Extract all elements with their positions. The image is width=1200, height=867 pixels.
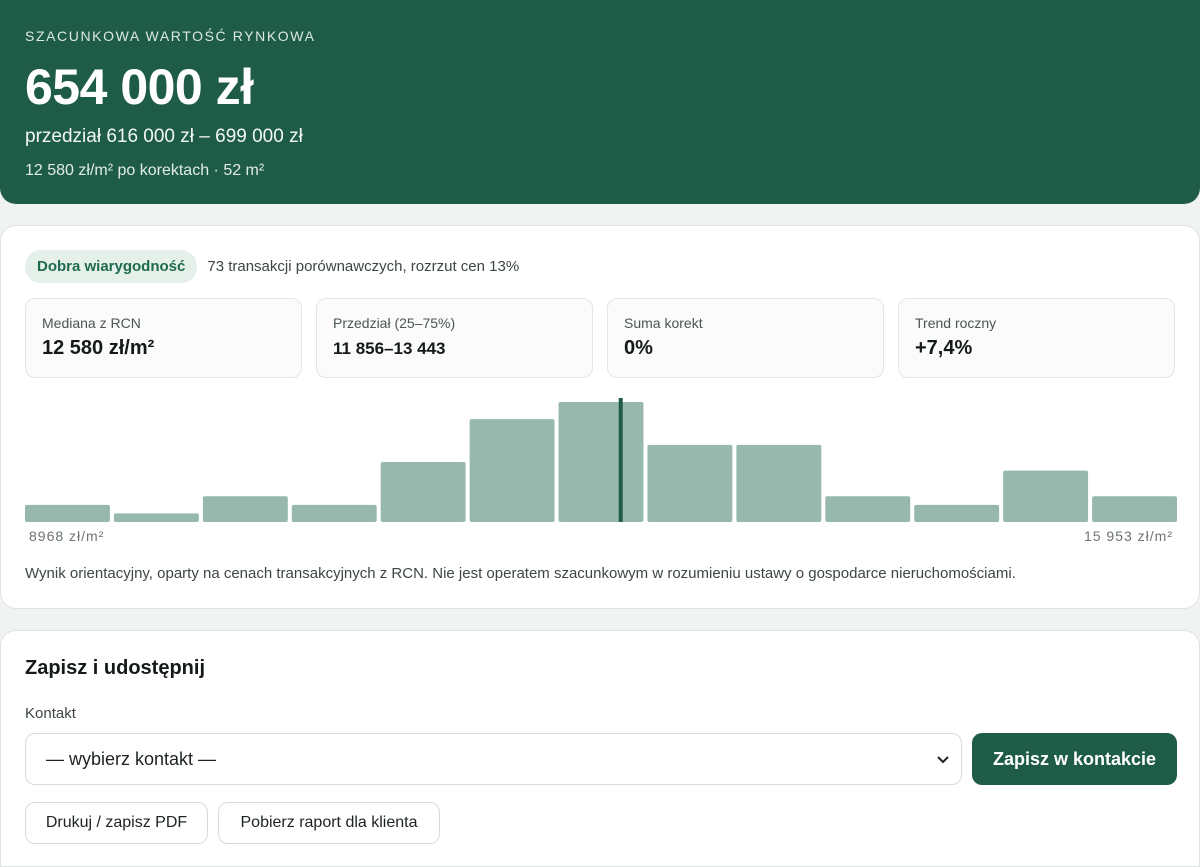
stat-trend: Trend roczny +7,4%	[898, 298, 1175, 378]
histogram-svg	[25, 398, 1177, 522]
stat-value: 12 580 zł/m²	[42, 337, 155, 359]
histogram-bar	[202, 496, 288, 522]
stat-adjustments: Suma korekt 0%	[607, 298, 884, 378]
stat-value: 11 856–13 443	[333, 339, 446, 358]
price-histogram	[25, 396, 1177, 524]
valuation-header: SZACUNKOWA WARTOŚĆ RYNKOWA 654 000 zł pr…	[0, 0, 1200, 204]
contact-select[interactable]: — wybierz kontakt —	[25, 733, 962, 785]
confidence-note: 73 transakcji porównawczych, rozrzut cen…	[207, 258, 520, 275]
axis-max-label: 15 953 zł/m²	[1083, 528, 1173, 544]
histogram-bar	[291, 504, 377, 522]
stat-label: Przedział (25–75%)	[333, 315, 456, 331]
valuation-eyebrow: SZACUNKOWA WARTOŚĆ RYNKOWA	[25, 28, 316, 44]
histogram-bar	[469, 419, 555, 522]
save-section-title: Zapisz i udostępnij	[25, 657, 206, 679]
price-per-meter: 12 580 zł/m² po korektach · 52 m²	[25, 162, 265, 179]
estimated-price: 654 000 zł	[25, 59, 254, 115]
chevron-down-icon	[937, 751, 949, 767]
stat-median: Mediana z RCN 12 580 zł/m²	[25, 298, 302, 378]
disclaimer-text: Wynik orientacyjny, oparty na cenach tra…	[25, 565, 1016, 582]
histogram-bar	[558, 402, 644, 522]
stat-interquartile: Przedział (25–75%) 11 856–13 443	[316, 298, 593, 378]
print-pdf-button[interactable]: Drukuj / zapisz PDF	[25, 802, 208, 844]
histogram-bar	[380, 462, 466, 522]
contact-select-value: — wybierz kontakt —	[46, 748, 217, 769]
stats-row: Mediana z RCN 12 580 zł/m² Przedział (25…	[25, 298, 1175, 378]
price-range: przedział 616 000 zł – 699 000 zł	[25, 126, 303, 147]
save-share-card: Zapisz i udostępnij Kontakt — wybierz ko…	[0, 630, 1200, 867]
stat-label: Mediana z RCN	[42, 315, 141, 331]
stat-value: 0%	[624, 337, 653, 359]
histogram-bar	[1092, 496, 1177, 522]
histogram-bar	[736, 444, 822, 522]
download-report-button[interactable]: Pobierz raport dla klienta	[218, 802, 440, 844]
histogram-bar	[113, 513, 199, 522]
histogram-bar	[25, 504, 110, 522]
stat-label: Suma korekt	[624, 315, 703, 331]
confidence-row: Dobra wiarygodność 73 transakcji porówna…	[25, 250, 519, 283]
median-marker	[618, 398, 623, 522]
confidence-badge: Dobra wiarygodność	[25, 250, 198, 283]
save-to-contact-button[interactable]: Zapisz w kontakcie	[972, 733, 1177, 785]
axis-min-label: 8968 zł/m²	[29, 528, 105, 544]
stat-value: +7,4%	[915, 337, 973, 359]
analysis-card: Dobra wiarygodność 73 transakcji porówna…	[0, 225, 1200, 609]
histogram-bar	[647, 444, 733, 522]
contact-label: Kontakt	[25, 705, 76, 722]
histogram-bar	[825, 496, 911, 522]
histogram-bar	[1003, 470, 1089, 522]
stat-label: Trend roczny	[915, 315, 997, 331]
histogram-bar	[914, 504, 1000, 522]
